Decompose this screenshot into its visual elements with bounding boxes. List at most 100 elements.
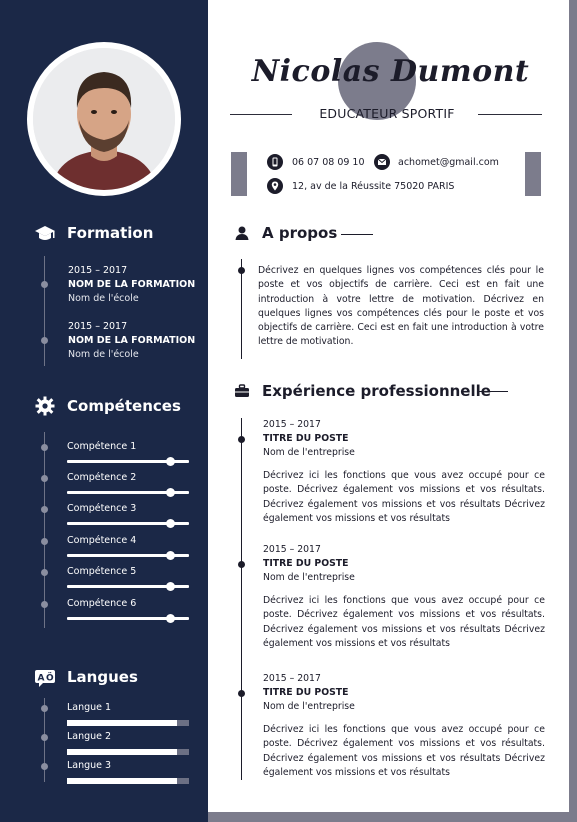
formation-school: Nom de l'école: [68, 293, 139, 304]
formation-title: Formation: [67, 224, 154, 242]
skill-level-knob: [166, 614, 176, 623]
experience-company: Nom de l'entreprise: [263, 447, 355, 458]
envelope-icon: [374, 154, 390, 170]
language-label: Langue 1: [67, 702, 112, 713]
timeline-dot: [41, 538, 48, 545]
experience-years: 2015 – 2017: [263, 419, 321, 430]
skill-level-bar: [67, 519, 189, 528]
graduation-cap-icon: [34, 223, 56, 243]
job-title: EDUCATEUR SPORTIF: [319, 106, 455, 121]
formation-timeline: [44, 256, 45, 366]
experience-position: TITRE DU POSTE: [263, 433, 349, 444]
timeline-dot: [238, 561, 245, 568]
about-text: Décrivez en quelques lignes vos compéten…: [258, 265, 544, 348]
langues-title: Langues: [67, 668, 138, 686]
timeline-dot: [41, 705, 48, 712]
experience-years: 2015 – 2017: [263, 544, 321, 555]
briefcase-icon: [234, 383, 250, 399]
email-address: achomet@gmail.com: [398, 157, 499, 168]
divider: [478, 114, 542, 115]
language-level-fill: [67, 720, 177, 726]
title-rule: [477, 391, 508, 392]
timeline-dot: [41, 734, 48, 741]
phone-icon: [267, 154, 283, 170]
language-item: Langue 2: [67, 731, 189, 755]
divider: [230, 114, 292, 115]
experience-position: TITRE DU POSTE: [263, 558, 349, 569]
skill-label: Compétence 6: [67, 598, 137, 609]
formation-years: 2015 – 2017: [68, 265, 128, 276]
skill-item: Compétence 5: [67, 566, 189, 591]
language-level-bar: [67, 749, 189, 755]
formation-degree: NOM DE LA FORMATION: [68, 335, 196, 346]
timeline-dot: [41, 506, 48, 513]
experience-position: TITRE DU POSTE: [263, 687, 349, 698]
svg-text:A: A: [38, 674, 45, 684]
language-level-bar: [67, 720, 189, 726]
formation-school: Nom de l'école: [68, 349, 139, 360]
timeline-dot: [41, 281, 48, 288]
skill-level-knob: [166, 488, 176, 497]
formation-degree: NOM DE LA FORMATION: [68, 279, 196, 290]
experience-item: 2015 – 2017 TITRE DU POSTE Nom de l'entr…: [263, 418, 545, 526]
language-level-fill: [67, 749, 177, 755]
language-label: Langue 3: [67, 760, 112, 771]
timeline-dot: [41, 763, 48, 770]
experience-company: Nom de l'entreprise: [263, 572, 355, 583]
language-level-bar: [67, 778, 189, 784]
skill-item: Compétence 4: [67, 535, 189, 560]
skill-level-bar: [67, 457, 189, 466]
experience-years: 2015 – 2017: [263, 673, 321, 684]
contact-block-left: [231, 152, 247, 196]
timeline-dot: [41, 601, 48, 608]
skill-level-bar: [67, 582, 189, 591]
skill-item: Compétence 6: [67, 598, 189, 623]
formation-years: 2015 – 2017: [68, 321, 128, 332]
svg-text:Ö: Ö: [46, 673, 54, 684]
experience-description: Décrivez ici les fonctions que vous avez…: [263, 724, 545, 778]
skill-level-knob: [166, 519, 176, 528]
about-timeline: [241, 259, 242, 359]
gear-icon: [35, 396, 57, 416]
skill-label: Compétence 4: [67, 535, 137, 546]
formation-item: 2015 – 2017 NOM DE LA FORMATION Nom de l…: [68, 320, 195, 362]
skill-item: Compétence 3: [67, 503, 189, 528]
experience-company: Nom de l'entreprise: [263, 701, 355, 712]
phone-number: 06 07 08 09 10: [292, 157, 365, 168]
formation-item: 2015 – 2017 NOM DE LA FORMATION Nom de l…: [68, 264, 195, 306]
language-item: Langue 3: [67, 760, 189, 784]
timeline-dot: [41, 569, 48, 576]
skill-level-knob: [166, 582, 176, 591]
title-rule: [341, 234, 373, 235]
timeline-dot: [238, 690, 245, 697]
timeline-dot: [41, 475, 48, 482]
skill-item: Compétence 1: [67, 441, 189, 466]
skill-level-knob: [166, 457, 176, 466]
skill-level-bar: [67, 488, 189, 497]
skill-level-bar: [67, 551, 189, 560]
skill-level-bar: [67, 614, 189, 623]
experience-timeline: [241, 418, 242, 780]
skill-level-knob: [166, 551, 176, 560]
skill-label: Compétence 2: [67, 472, 137, 483]
skill-label: Compétence 1: [67, 441, 137, 452]
skill-label: Compétence 5: [67, 566, 137, 577]
experience-item: 2015 – 2017 TITRE DU POSTE Nom de l'entr…: [263, 672, 545, 780]
timeline-dot: [238, 436, 245, 443]
candidate-name: Nicolas Dumont: [251, 54, 530, 89]
experience-description: Décrivez ici les fonctions que vous avez…: [263, 595, 545, 649]
experience-title: Expérience professionnelle: [262, 382, 491, 400]
location-pin-icon: [267, 178, 283, 194]
experience-item: 2015 – 2017 TITRE DU POSTE Nom de l'entr…: [263, 543, 545, 651]
experience-description: Décrivez ici les fonctions que vous avez…: [263, 470, 545, 524]
competences-timeline: [44, 432, 45, 628]
language-item: Langue 1: [67, 702, 189, 726]
contact-block-right: [525, 152, 541, 196]
timeline-dot: [41, 444, 48, 451]
postal-address: 12, av de la Réussite 75020 PARIS: [292, 181, 455, 192]
timeline-dot: [238, 267, 245, 274]
timeline-dot: [41, 337, 48, 344]
language-label: Langue 2: [67, 731, 112, 742]
sidebar: Formation 2015 – 2017 NOM DE LA FORMATIO…: [0, 0, 208, 822]
profile-photo: [33, 48, 175, 190]
